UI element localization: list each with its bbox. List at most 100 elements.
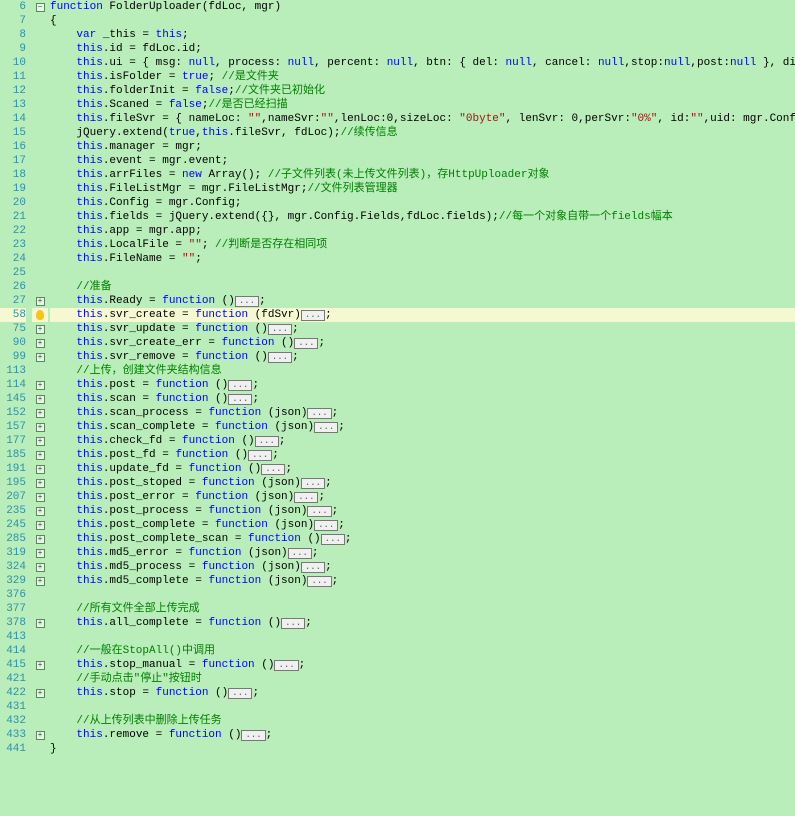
fold-cell[interactable]: + [32, 728, 48, 742]
expand-icon[interactable]: + [36, 395, 45, 404]
code-line[interactable]: this.Ready = function ()...; [50, 294, 795, 308]
fold-cell[interactable]: + [32, 434, 48, 448]
expand-icon[interactable]: + [36, 535, 45, 544]
code-line[interactable]: //手动点击"停止"按钮时 [50, 672, 795, 686]
collapsed-region[interactable]: ... [314, 520, 338, 531]
collapsed-region[interactable]: ... [274, 660, 298, 671]
code-line[interactable]: this.all_complete = function ()...; [50, 616, 795, 630]
code-line[interactable]: this.arrFiles = new Array(); //子文件列表(未上传… [50, 168, 795, 182]
collapsed-region[interactable]: ... [228, 380, 252, 391]
expand-icon[interactable]: + [36, 577, 45, 586]
code-line[interactable]: this.remove = function ()...; [50, 728, 795, 742]
code-line[interactable]: this.md5_process = function (json)...; [50, 560, 795, 574]
fold-cell[interactable]: + [32, 476, 48, 490]
code-line[interactable]: this.md5_complete = function (json)...; [50, 574, 795, 588]
code-line[interactable]: this.post_stoped = function (json)...; [50, 476, 795, 490]
code-line[interactable]: } [50, 742, 795, 756]
collapsed-region[interactable]: ... [281, 618, 305, 629]
collapsed-region[interactable]: ... [235, 296, 259, 307]
code-line[interactable]: //上传，创建文件夹结构信息 [50, 364, 795, 378]
collapsed-region[interactable]: ... [294, 338, 318, 349]
code-line[interactable]: this.md5_error = function (json)...; [50, 546, 795, 560]
code-line[interactable]: jQuery.extend(true,this.fileSvr, fdLoc);… [50, 126, 795, 140]
code-line[interactable]: { [50, 14, 795, 28]
code-line[interactable]: this.post = function ()...; [50, 378, 795, 392]
code-line[interactable]: this.scan_process = function (json)...; [50, 406, 795, 420]
fold-cell[interactable]: + [32, 448, 48, 462]
fold-cell[interactable]: + [32, 574, 48, 588]
code-line[interactable]: this.LocalFile = ""; //判断是否存在相同项 [50, 238, 795, 252]
expand-icon[interactable]: + [36, 479, 45, 488]
code-line[interactable]: this.post_fd = function ()...; [50, 448, 795, 462]
code-line[interactable]: this.check_fd = function ()...; [50, 434, 795, 448]
fold-cell[interactable] [32, 308, 48, 322]
expand-icon[interactable]: + [36, 521, 45, 530]
collapsed-region[interactable]: ... [228, 394, 252, 405]
collapsed-region[interactable]: ... [248, 450, 272, 461]
code-line[interactable]: this.post_process = function (json)...; [50, 504, 795, 518]
collapsed-region[interactable]: ... [261, 464, 285, 475]
collapsed-region[interactable]: ... [241, 730, 265, 741]
collapsed-region[interactable]: ... [307, 506, 331, 517]
fold-cell[interactable]: + [32, 350, 48, 364]
collapsed-region[interactable]: ... [307, 408, 331, 419]
code-line[interactable]: this.FileName = ""; [50, 252, 795, 266]
code-line[interactable]: //所有文件全部上传完成 [50, 602, 795, 616]
fold-cell[interactable]: + [32, 420, 48, 434]
fold-cell[interactable]: + [32, 658, 48, 672]
expand-icon[interactable]: + [36, 325, 45, 334]
expand-icon[interactable]: + [36, 661, 45, 670]
collapsed-region[interactable]: ... [307, 576, 331, 587]
code-line[interactable]: this.update_fd = function ()...; [50, 462, 795, 476]
collapsed-region[interactable]: ... [301, 478, 325, 489]
code-line[interactable]: this.svr_remove = function ()...; [50, 350, 795, 364]
collapse-icon[interactable]: − [36, 3, 45, 12]
code-line[interactable]: function FolderUploader(fdLoc, mgr) [50, 0, 795, 14]
code-editor[interactable]: 6789101112131415161718192021222324252627… [0, 0, 795, 756]
fold-cell[interactable]: + [32, 490, 48, 504]
code-line[interactable]: this.post_error = function (json)...; [50, 490, 795, 504]
code-line[interactable]: this.fields = jQuery.extend({}, mgr.Conf… [50, 210, 795, 224]
expand-icon[interactable]: + [36, 381, 45, 390]
fold-cell[interactable]: + [32, 518, 48, 532]
expand-icon[interactable]: + [36, 689, 45, 698]
code-line[interactable]: this.svr_create_err = function ()...; [50, 336, 795, 350]
code-line[interactable]: //从上传列表中删除上传任务 [50, 714, 795, 728]
collapsed-region[interactable]: ... [288, 548, 312, 559]
code-line[interactable] [50, 630, 795, 644]
fold-cell[interactable]: + [32, 616, 48, 630]
code-line[interactable]: this.manager = mgr; [50, 140, 795, 154]
collapsed-region[interactable]: ... [301, 310, 325, 321]
code-line[interactable]: this.svr_update = function ()...; [50, 322, 795, 336]
expand-icon[interactable]: + [36, 507, 45, 516]
code-line[interactable]: this.folderInit = false;//文件夹已初始化 [50, 84, 795, 98]
fold-cell[interactable]: + [32, 462, 48, 476]
code-line[interactable] [50, 588, 795, 602]
expand-icon[interactable]: + [36, 731, 45, 740]
expand-icon[interactable]: + [36, 549, 45, 558]
fold-cell[interactable]: + [32, 322, 48, 336]
expand-icon[interactable]: + [36, 339, 45, 348]
fold-cell[interactable]: + [32, 406, 48, 420]
code-line[interactable]: this.app = mgr.app; [50, 224, 795, 238]
code-line[interactable]: this.stop_manual = function ()...; [50, 658, 795, 672]
collapsed-region[interactable]: ... [228, 688, 252, 699]
expand-icon[interactable]: + [36, 297, 45, 306]
fold-column[interactable]: −+++++++++++++++++++++++ [32, 0, 48, 756]
expand-icon[interactable]: + [36, 353, 45, 362]
code-line[interactable]: this.isFolder = true; //是文件夹 [50, 70, 795, 84]
code-line[interactable]: this.id = fdLoc.id; [50, 42, 795, 56]
lightbulb-icon[interactable] [36, 310, 44, 320]
fold-cell[interactable]: + [32, 378, 48, 392]
collapsed-region[interactable]: ... [294, 492, 318, 503]
code-line[interactable]: this.fileSvr = { nameLoc: "",nameSvr:"",… [50, 112, 795, 126]
expand-icon[interactable]: + [36, 465, 45, 474]
code-line[interactable] [50, 700, 795, 714]
code-line[interactable]: this.scan = function ()...; [50, 392, 795, 406]
code-line[interactable] [50, 266, 795, 280]
code-area[interactable]: function FolderUploader(fdLoc, mgr){ var… [48, 0, 795, 756]
fold-cell[interactable]: + [32, 686, 48, 700]
collapsed-region[interactable]: ... [301, 562, 325, 573]
fold-cell[interactable]: + [32, 532, 48, 546]
expand-icon[interactable]: + [36, 451, 45, 460]
